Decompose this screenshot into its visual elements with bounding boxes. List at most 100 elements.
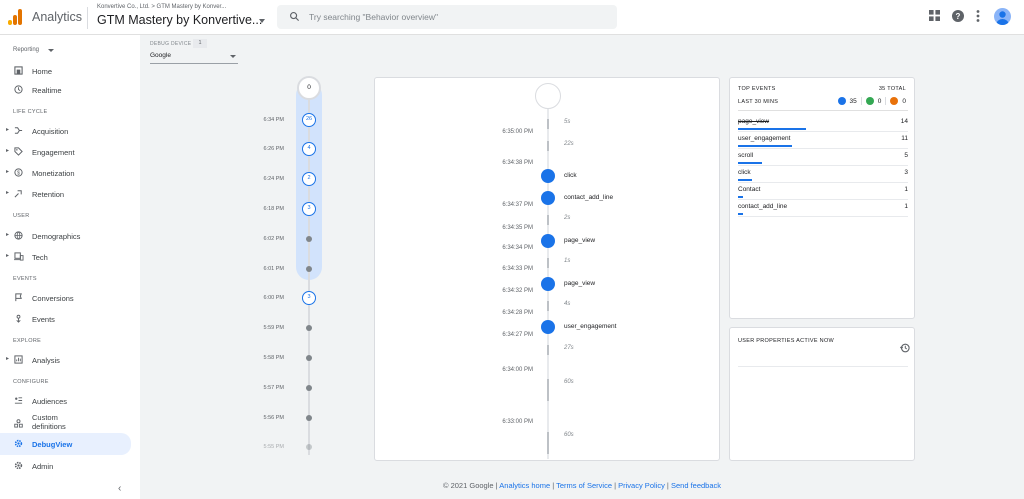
minute-count-badge[interactable]: 3 — [302, 202, 316, 216]
event-touch-icon[interactable] — [541, 169, 555, 183]
minute-dot[interactable] — [306, 385, 312, 391]
event-timestamp: 6:34:00 PM — [502, 367, 533, 373]
expand-icon[interactable]: ▸ — [6, 147, 9, 154]
devices-icon — [14, 252, 24, 261]
expand-icon[interactable]: ▸ — [6, 252, 9, 259]
event-timestamp: 6:33:00 PM — [502, 419, 533, 425]
sidebar-item-conversions[interactable]: Conversions — [0, 288, 131, 308]
event-name[interactable]: page_view — [564, 280, 595, 287]
top-event-row[interactable]: contact_add_line 1 — [738, 200, 908, 217]
sidebar-item-custom-definitions[interactable]: Custom definitions — [0, 412, 131, 434]
top-event-bar — [738, 128, 806, 130]
event-touch-icon[interactable] — [541, 277, 555, 291]
chevron-down-icon — [230, 55, 236, 58]
minute-count-badge[interactable]: 4 — [302, 142, 316, 156]
minute-time-label: 5:58 PM — [263, 355, 284, 361]
more-vert-icon[interactable] — [976, 10, 980, 22]
time-gap-label: 1s — [564, 258, 571, 264]
top-events-counts: 35 0 0 — [837, 97, 906, 105]
svg-text:$: $ — [17, 171, 20, 177]
minute-count-badge[interactable]: 2 — [302, 172, 316, 186]
time-gap-segment — [547, 345, 549, 355]
sidebar-item-admin[interactable]: Admin — [0, 456, 131, 476]
sidebar-item-realtime[interactable]: Realtime — [0, 80, 131, 100]
event-name[interactable]: click — [564, 172, 577, 179]
top-event-row[interactable]: user_engagement 11 — [738, 132, 908, 149]
help-icon[interactable]: ? — [952, 10, 964, 22]
sidebar-item-label: Demographics — [32, 232, 81, 241]
feedback-link[interactable]: Send feedback — [671, 481, 721, 490]
event-touch-icon[interactable] — [541, 234, 555, 248]
terms-link[interactable]: Terms of Service — [556, 481, 612, 490]
account-breadcrumb[interactable]: Konvertive Co., Ltd. > GTM Mastery by Ko… — [97, 4, 226, 10]
event-touch-icon[interactable] — [541, 191, 555, 205]
expand-icon[interactable]: ▸ — [6, 126, 9, 133]
history-icon[interactable] — [900, 343, 910, 353]
conversion-green-icon — [865, 97, 874, 105]
search-bar[interactable]: Try searching "Behavior overview" — [277, 5, 617, 29]
sidebar-item-retention[interactable]: ▸ Retention — [0, 184, 131, 204]
property-title[interactable]: GTM Mastery by Konvertive... — [97, 13, 262, 27]
top-event-row[interactable]: scroll 5 — [738, 149, 908, 166]
expand-icon[interactable]: ▸ — [6, 189, 9, 196]
sidebar-item-label: Audiences — [32, 397, 68, 406]
minute-dot[interactable] — [306, 355, 312, 361]
property-dropdown-icon[interactable] — [259, 19, 265, 23]
time-gap-label: 5s — [564, 119, 571, 125]
event-touch-icon[interactable] — [541, 320, 555, 334]
sidebar-item-label: Realtime — [32, 86, 62, 95]
search-input[interactable]: Try searching "Behavior overview" — [309, 12, 438, 22]
analytics-logo-icon[interactable] — [8, 9, 22, 25]
expand-icon[interactable]: ▸ — [6, 168, 9, 175]
expand-icon[interactable]: ▸ — [6, 355, 9, 362]
top-event-bar — [738, 196, 743, 198]
retention-icon — [14, 190, 22, 198]
sidebar-item-demographics[interactable]: ▸ Demographics — [0, 226, 131, 246]
sidebar-item-debugview[interactable]: DebugView — [0, 433, 131, 455]
analytics-home-link[interactable]: Analytics home — [499, 481, 550, 490]
sidebar-item-label: Monetization — [32, 169, 75, 178]
sidebar-item-audiences[interactable]: Audiences — [0, 391, 131, 411]
minute-count-badge[interactable]: 3 — [302, 291, 316, 305]
account-avatar[interactable] — [994, 8, 1011, 25]
time-gap-segment — [547, 258, 549, 268]
apps-grid-icon[interactable] — [929, 10, 940, 21]
event-name[interactable]: page_view — [564, 237, 595, 244]
sidebar-item-home[interactable]: Home — [0, 61, 131, 81]
expand-icon[interactable]: ▸ — [6, 231, 9, 238]
footer: © 2021 Google | Analytics home | Terms o… — [442, 481, 722, 490]
event-name[interactable]: contact_add_line — [564, 194, 613, 201]
time-gap-label: 22s — [564, 141, 574, 147]
minutes-top-counter[interactable]: 0 — [297, 76, 321, 100]
minute-dot[interactable] — [306, 266, 312, 272]
minute-time-label: 6:26 PM — [263, 146, 284, 152]
sidebar-item-analysis[interactable]: ▸ Analysis — [0, 350, 131, 370]
minute-dot[interactable] — [306, 444, 312, 450]
top-event-row[interactable]: Contact 1 — [738, 183, 908, 200]
user-properties-title: USER PROPERTIES ACTIVE NOW — [738, 338, 835, 344]
reporting-selector[interactable]: Reporting — [13, 47, 39, 53]
minute-count-badge[interactable]: 26 — [302, 113, 316, 127]
section-events: EVENTS — [13, 276, 37, 282]
top-event-row[interactable]: page_view 14 — [738, 115, 908, 132]
minutes-timeline — [308, 95, 310, 455]
seconds-stream-card: 5s 6:35:00 PM 22s 6:34:38 PM click contact_ad… — [374, 77, 720, 461]
top-event-count: 14 — [900, 118, 908, 125]
sidebar-item-events[interactable]: Events — [0, 309, 131, 329]
debug-device-select[interactable]: Google — [150, 50, 238, 64]
sidebar-item-monetization[interactable]: ▸ $ Monetization — [0, 163, 131, 183]
debug-device-count: 1 — [193, 39, 207, 48]
sidebar-item-tech[interactable]: ▸ Tech — [0, 247, 131, 267]
divider — [738, 110, 908, 111]
minute-dot[interactable] — [306, 236, 312, 242]
top-event-row[interactable]: click 3 — [738, 166, 908, 183]
privacy-link[interactable]: Privacy Policy — [618, 481, 665, 490]
minute-dot[interactable] — [306, 325, 312, 331]
event-name[interactable]: user_engagement — [564, 323, 616, 330]
minute-time-label: 6:02 PM — [263, 236, 284, 242]
minute-dot[interactable] — [306, 415, 312, 421]
minute-time-label: 6:01 PM — [263, 266, 284, 272]
sidebar-item-acquisition[interactable]: ▸ Acquisition — [0, 121, 131, 141]
reporting-dropdown-icon[interactable] — [48, 49, 54, 52]
sidebar-item-engagement[interactable]: ▸ Engagement — [0, 142, 131, 162]
